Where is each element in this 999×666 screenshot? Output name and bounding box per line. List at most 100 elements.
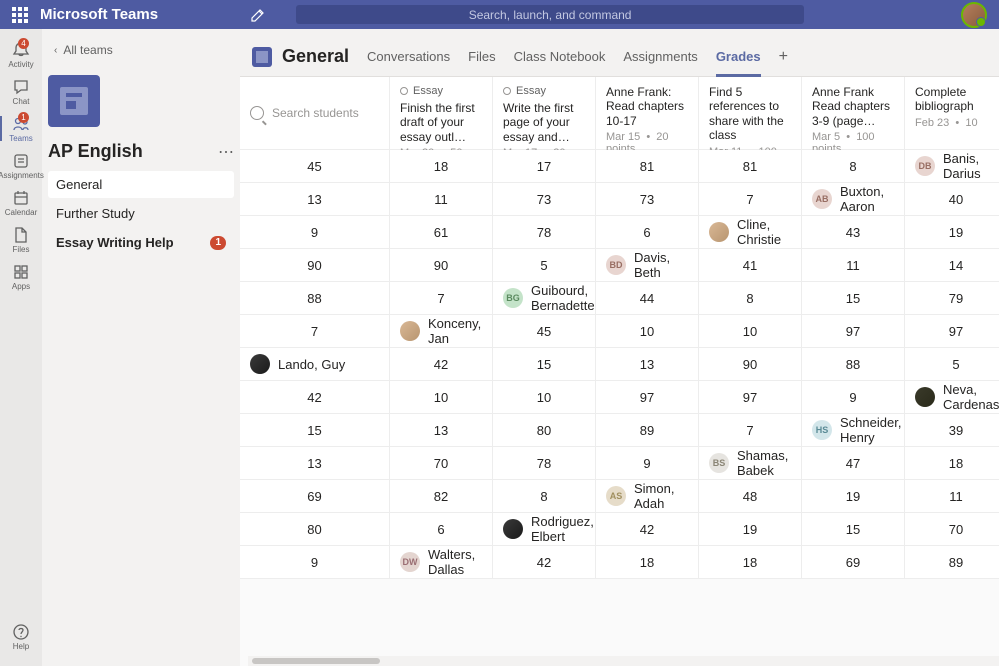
tab-class-notebook[interactable]: Class Notebook — [514, 37, 606, 76]
rail-help[interactable]: Help — [0, 619, 42, 654]
grade-cell[interactable]: 47 — [802, 447, 905, 480]
assignment-header[interactable]: Anne Frank Read chapters 3-9 (page…Mar 5… — [802, 77, 905, 150]
tab-conversations[interactable]: Conversations — [367, 37, 450, 76]
rail-calendar[interactable]: Calendar — [0, 185, 42, 220]
rail-teams[interactable]: 1 Teams — [0, 111, 42, 146]
back-all-teams[interactable]: ‹ All teams — [54, 43, 234, 57]
assignment-header[interactable]: Anne Frank: Read chapters 10-17Mar 15 • … — [596, 77, 699, 150]
grade-cell[interactable]: 81 — [699, 150, 802, 183]
grades-grid[interactable]: Search studentsEssayFinish the first dra… — [240, 77, 999, 666]
grade-cell[interactable]: 9 — [240, 216, 390, 249]
student-name-cell[interactable]: ABBuxton, Aaron — [802, 183, 905, 216]
grade-cell[interactable]: 10 — [493, 381, 596, 414]
grade-cell[interactable]: 6 — [390, 513, 493, 546]
student-name-cell[interactable]: Konceny, Jan — [390, 315, 493, 348]
grade-cell[interactable]: 19 — [699, 513, 802, 546]
grade-cell[interactable]: 9 — [596, 447, 699, 480]
grade-cell[interactable]: 5 — [493, 249, 596, 282]
tab-assignments[interactable]: Assignments — [623, 37, 697, 76]
horizontal-scrollbar[interactable] — [248, 656, 999, 666]
rail-apps[interactable]: Apps — [0, 259, 42, 294]
student-name-cell[interactable]: ASSimon, Adah — [596, 480, 699, 513]
channel-essay-writing-help[interactable]: Essay Writing Help1 — [48, 229, 234, 256]
grade-cell[interactable]: 10 — [596, 315, 699, 348]
search-input[interactable]: Search, launch, and command — [296, 5, 804, 24]
add-tab-icon[interactable]: + — [779, 48, 788, 76]
grade-cell[interactable]: 48 — [699, 480, 802, 513]
student-name-cell[interactable]: BGGuibourd, Bernadette — [493, 282, 596, 315]
grade-cell[interactable]: 44 — [596, 282, 699, 315]
grade-cell[interactable]: 13 — [390, 414, 493, 447]
grade-cell[interactable]: 90 — [390, 249, 493, 282]
app-launcher-icon[interactable] — [12, 7, 28, 23]
assignment-header[interactable]: Find 5 references to share with the clas… — [699, 77, 802, 150]
assignment-header[interactable]: EssayFinish the first draft of your essa… — [390, 77, 493, 150]
grade-cell[interactable]: 18 — [390, 150, 493, 183]
grade-cell[interactable]: 97 — [699, 381, 802, 414]
assignment-header[interactable]: Complete bibliographFeb 23 • 10 — [905, 77, 999, 150]
grade-cell[interactable]: 11 — [905, 480, 999, 513]
grade-cell[interactable]: 8 — [699, 282, 802, 315]
grade-cell[interactable]: 70 — [905, 513, 999, 546]
grade-cell[interactable]: 18 — [699, 546, 802, 579]
grade-cell[interactable]: 88 — [802, 348, 905, 381]
grade-cell[interactable]: 97 — [802, 315, 905, 348]
grade-cell[interactable]: 78 — [493, 216, 596, 249]
grade-cell[interactable]: 15 — [802, 282, 905, 315]
grade-cell[interactable]: 6 — [596, 216, 699, 249]
grade-cell[interactable]: 13 — [240, 447, 390, 480]
grade-cell[interactable]: 10 — [699, 315, 802, 348]
grade-cell[interactable]: 19 — [905, 216, 999, 249]
channel-general[interactable]: General — [48, 171, 234, 198]
grade-cell[interactable]: 78 — [493, 447, 596, 480]
grade-cell[interactable]: 70 — [390, 447, 493, 480]
grade-cell[interactable]: 13 — [596, 348, 699, 381]
grade-cell[interactable]: 5 — [905, 348, 999, 381]
assignment-header[interactable]: EssayWrite the first page of your essay … — [493, 77, 596, 150]
grade-cell[interactable]: 13 — [240, 183, 390, 216]
grade-cell[interactable]: 42 — [493, 546, 596, 579]
tab-files[interactable]: Files — [468, 37, 495, 76]
grade-cell[interactable]: 88 — [240, 282, 390, 315]
rail-activity[interactable]: 4 Activity — [0, 37, 42, 72]
grade-cell[interactable]: 10 — [390, 381, 493, 414]
grade-cell[interactable]: 79 — [905, 282, 999, 315]
grade-cell[interactable]: 42 — [240, 381, 390, 414]
student-name-cell[interactable]: BDDavis, Beth — [596, 249, 699, 282]
grade-cell[interactable]: 45 — [240, 150, 390, 183]
grade-cell[interactable]: 9 — [802, 381, 905, 414]
grade-cell[interactable]: 82 — [390, 480, 493, 513]
student-name-cell[interactable]: HSSchneider, Henry — [802, 414, 905, 447]
grade-cell[interactable]: 42 — [390, 348, 493, 381]
grade-cell[interactable]: 15 — [802, 513, 905, 546]
grade-cell[interactable]: 90 — [699, 348, 802, 381]
grade-cell[interactable]: 7 — [699, 183, 802, 216]
grade-cell[interactable]: 80 — [493, 414, 596, 447]
grade-cell[interactable]: 69 — [802, 546, 905, 579]
grade-cell[interactable]: 18 — [905, 447, 999, 480]
grade-cell[interactable]: 41 — [699, 249, 802, 282]
rail-chat[interactable]: Chat — [0, 74, 42, 109]
grade-cell[interactable]: 43 — [802, 216, 905, 249]
grade-cell[interactable]: 19 — [802, 480, 905, 513]
student-name-cell[interactable]: DBBanis, Darius — [905, 150, 999, 183]
grade-cell[interactable]: 15 — [493, 348, 596, 381]
grade-cell[interactable]: 90 — [240, 249, 390, 282]
student-name-cell[interactable]: Lando, Guy — [240, 348, 390, 381]
grade-cell[interactable]: 9 — [240, 546, 390, 579]
grade-cell[interactable]: 7 — [240, 315, 390, 348]
grade-cell[interactable]: 69 — [240, 480, 390, 513]
tab-grades[interactable]: Grades — [716, 37, 761, 76]
grade-cell[interactable]: 15 — [240, 414, 390, 447]
student-name-cell[interactable]: Neva, Cardenas — [905, 381, 999, 414]
search-students-input[interactable]: Search students — [240, 77, 390, 150]
grade-cell[interactable]: 97 — [596, 381, 699, 414]
grade-cell[interactable]: 42 — [596, 513, 699, 546]
grade-cell[interactable]: 8 — [493, 480, 596, 513]
rail-assignments[interactable]: Assignments — [0, 148, 42, 183]
grade-cell[interactable]: 17 — [493, 150, 596, 183]
rail-files[interactable]: Files — [0, 222, 42, 257]
student-name-cell[interactable]: BSShamas, Babek — [699, 447, 802, 480]
grade-cell[interactable]: 89 — [905, 546, 999, 579]
grade-cell[interactable]: 89 — [596, 414, 699, 447]
